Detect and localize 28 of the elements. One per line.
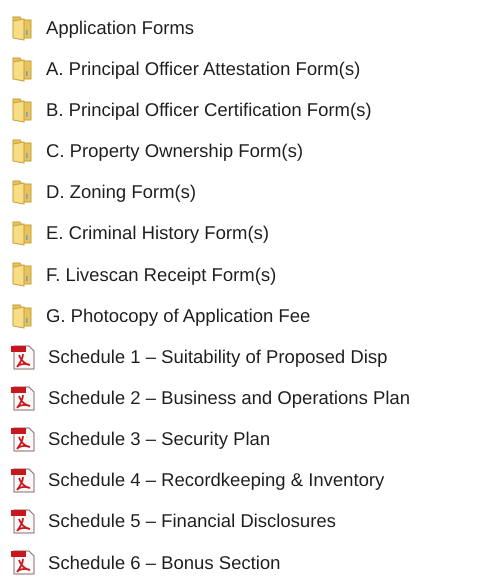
pdf-file-icon: [10, 549, 36, 576]
folder-icon: [10, 220, 34, 246]
file-name[interactable]: B. Principal Officer Certification Form(s): [46, 96, 372, 124]
pdf-file-icon: [10, 384, 36, 411]
file-name[interactable]: Schedule 4 – Recordkeeping & Inventory: [48, 466, 384, 494]
pdf-file-icon: [10, 344, 36, 370]
file-name[interactable]: F. Livescan Receipt Form(s): [46, 260, 276, 288]
pdf-file-icon: [10, 426, 36, 452]
file-name[interactable]: Schedule 6 – Bonus Section: [48, 548, 280, 576]
file-name[interactable]: D. Zoning Form(s): [46, 178, 196, 206]
folder-icon: [10, 56, 34, 82]
folder-icon: [10, 96, 34, 123]
pdf-file-icon: [10, 508, 36, 534]
file-name[interactable]: G. Photocopy of Application Fee: [46, 302, 310, 330]
folder-icon: [10, 302, 34, 329]
file-name[interactable]: C. Property Ownership Form(s): [46, 137, 303, 165]
file-name[interactable]: Schedule 2 – Business and Operations Plan: [48, 384, 410, 412]
folder-icon: [10, 14, 34, 41]
file-name[interactable]: A. Principal Officer Attestation Form(s): [46, 54, 360, 83]
file-name[interactable]: Schedule 1 – Suitability of Proposed Disp: [48, 342, 388, 371]
file-name[interactable]: Schedule 3 – Security Plan: [48, 425, 270, 453]
file-name[interactable]: Application Forms: [46, 14, 194, 42]
file-name[interactable]: Schedule 5 – Financial Disclosures: [48, 507, 336, 536]
pdf-file-icon: [10, 467, 36, 494]
folder-icon: [10, 138, 34, 164]
folder-icon: [10, 179, 34, 206]
folder-icon: [10, 261, 34, 288]
file-name[interactable]: E. Criminal History Form(s): [46, 219, 270, 248]
